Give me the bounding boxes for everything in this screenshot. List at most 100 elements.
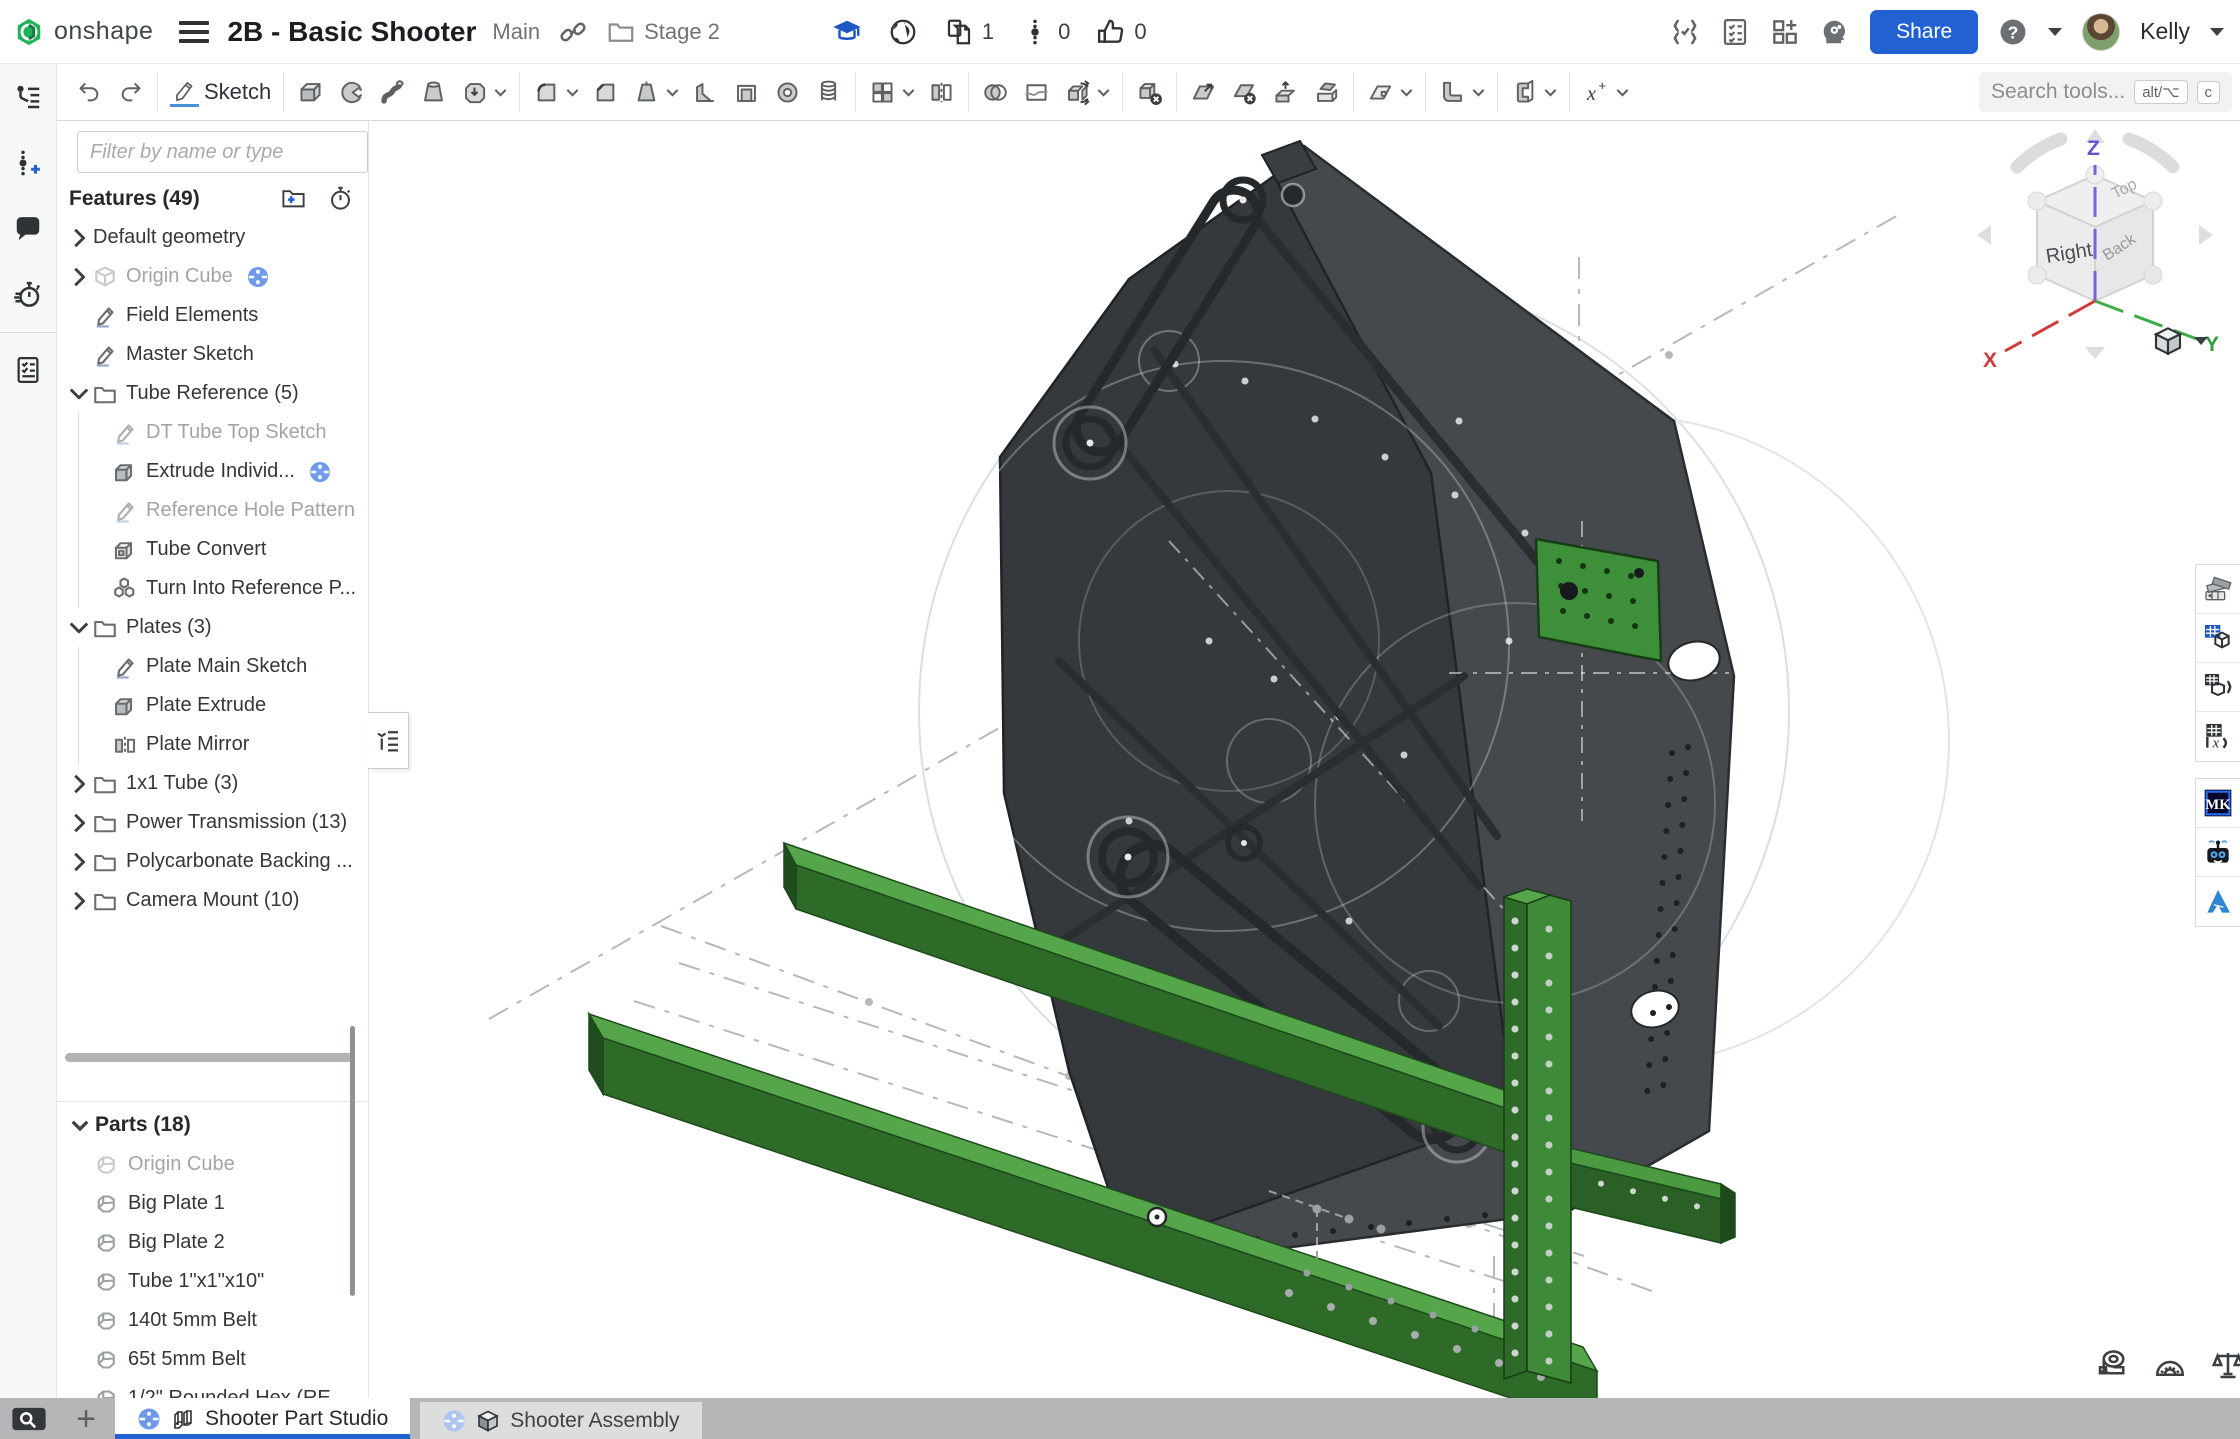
custom-table-braces-button[interactable]	[2196, 663, 2240, 712]
model-scene[interactable]	[369, 121, 2240, 1398]
feature-polycarbonate-backing[interactable]: Polycarbonate Backing ...	[57, 842, 368, 881]
tool-extrude-button[interactable]	[291, 70, 330, 114]
feature-list-panel-button[interactable]	[0, 64, 57, 130]
protractor-icon[interactable]	[2152, 1347, 2188, 1383]
tab-shooter-part-studio[interactable]: Shooter Part Studio	[115, 1398, 410, 1439]
custom-table-cube-button[interactable]	[2196, 614, 2240, 663]
likes-stat[interactable]: 0	[1096, 17, 1146, 47]
tape-measure-icon[interactable]	[2094, 1347, 2130, 1383]
chevron-right-icon[interactable]	[67, 849, 93, 875]
appearance-panel-button[interactable]	[2196, 565, 2240, 614]
tool-move-face-button[interactable]	[1184, 70, 1223, 114]
feature-dt-tube-top-sketch[interactable]: DT Tube Top Sketch	[57, 413, 368, 452]
feature-tube-convert[interactable]: Tube Convert	[57, 530, 368, 569]
tool-plane-button[interactable]	[1361, 70, 1418, 114]
tool-delete-face-button[interactable]	[1225, 70, 1264, 114]
chevron-right-icon[interactable]	[67, 771, 93, 797]
tool-shell-button[interactable]	[727, 70, 766, 114]
history-panel-button[interactable]	[0, 262, 57, 328]
tube-vertical[interactable]	[1504, 889, 1571, 1383]
tool-delete-part-button[interactable]	[1130, 70, 1169, 114]
workspace-location[interactable]: Stage 2	[644, 19, 720, 45]
chevron-right-icon[interactable]	[67, 264, 93, 290]
tool-replace-face-button[interactable]	[1307, 70, 1346, 114]
feature-tube-reference-5[interactable]: Tube Reference (5)	[57, 374, 368, 413]
rollback-history-icon[interactable]	[327, 185, 354, 212]
tool-rib-button[interactable]	[686, 70, 725, 114]
tool-boolean-button[interactable]	[976, 70, 1015, 114]
feature-default-geometry[interactable]: Default geometry	[57, 218, 368, 257]
feature-plate-extrude[interactable]: Plate Extrude	[57, 686, 368, 725]
versions-stat[interactable]: 0	[1020, 17, 1070, 47]
tool-sheet-metal-button[interactable]	[1433, 70, 1490, 114]
parts-vertical-scrollbar[interactable]	[350, 1026, 355, 1296]
share-button[interactable]: Share	[1870, 10, 1978, 54]
search-document-button[interactable]	[0, 1398, 57, 1439]
tool-draft-button[interactable]	[627, 70, 684, 114]
triangle-app-button[interactable]	[2196, 877, 2240, 926]
part-140t-5mm-belt-4[interactable]: 140t 5mm Belt	[57, 1301, 368, 1340]
mk-app-button[interactable]: MK	[2196, 779, 2240, 828]
panel-collapse-handle[interactable]	[368, 712, 409, 769]
tool-hole-button[interactable]	[768, 70, 807, 114]
mass-properties-icon[interactable]	[2210, 1347, 2240, 1383]
tool-linear-pattern-button[interactable]	[863, 70, 920, 114]
comments-panel-button[interactable]	[0, 196, 57, 262]
graphics-area[interactable]: Top Right Back Z Y X	[369, 121, 2240, 1398]
avatar[interactable]	[2082, 13, 2120, 51]
user-name[interactable]: Kelly	[2140, 18, 2190, 45]
part-origin-cube-0[interactable]: Origin Cube	[57, 1145, 368, 1184]
new-folder-icon[interactable]	[280, 185, 307, 212]
tool-revolve-button[interactable]	[332, 70, 371, 114]
release-tasks-icon[interactable]	[1720, 17, 1750, 47]
tool-frame-button[interactable]	[1505, 70, 1562, 114]
user-menu-caret-icon[interactable]	[2210, 28, 2224, 36]
learning-center-icon[interactable]	[832, 17, 862, 47]
part-65t-5mm-belt-5[interactable]: 65t 5mm Belt	[57, 1340, 368, 1379]
parts-header[interactable]: Parts (18)	[57, 1105, 368, 1145]
help-caret-icon[interactable]	[2048, 28, 2062, 36]
tool-redo-button[interactable]	[111, 70, 150, 114]
onshape-logo[interactable]: onshape	[0, 17, 153, 47]
feature-camera-mount-10[interactable]: Camera Mount (10)	[57, 881, 368, 920]
tab-shooter-assembly[interactable]: Shooter Assembly	[420, 1402, 701, 1439]
featurescript-icon[interactable]	[1670, 17, 1700, 47]
feature-extrude-individ[interactable]: Extrude Individ...	[57, 452, 368, 491]
search-tools[interactable]: Search tools... alt/⌥ c	[1979, 72, 2232, 112]
tool-transform-button[interactable]	[1058, 70, 1115, 114]
tool-mirror-button[interactable]	[922, 70, 961, 114]
part-big-plate-1-1[interactable]: Big Plate 1	[57, 1184, 368, 1223]
tool-push-face-button[interactable]	[1266, 70, 1305, 114]
feature-plate-main-sketch[interactable]: Plate Main Sketch	[57, 647, 368, 686]
part-1-2-rounded-hex-re-6[interactable]: 1/2" Rounded Hex (RE...	[57, 1379, 368, 1398]
tool-thicken-button[interactable]	[455, 70, 512, 114]
feature-turn-into-reference-p[interactable]: Turn Into Reference P...	[57, 569, 368, 608]
part-big-plate-2-2[interactable]: Big Plate 2	[57, 1223, 368, 1262]
chevron-right-icon[interactable]	[67, 225, 93, 251]
chevron-right-icon[interactable]	[67, 810, 93, 836]
cut-list-panel-button[interactable]	[0, 337, 57, 403]
help-icon[interactable]: ?	[1998, 17, 2028, 47]
branch-name[interactable]: Main	[492, 19, 540, 45]
feature-reference-hole-pattern[interactable]: Reference Hole Pattern	[57, 491, 368, 530]
feature-1x1-tube-3[interactable]: 1x1 Tube (3)	[57, 764, 368, 803]
versions-panel-button[interactable]	[0, 130, 57, 196]
part-tube-1-x1-x10-3[interactable]: Tube 1"x1"x10"	[57, 1262, 368, 1301]
applications-icon[interactable]	[1770, 17, 1800, 47]
filter-input[interactable]	[77, 131, 368, 173]
feature-power-transmission-13[interactable]: Power Transmission (13)	[57, 803, 368, 842]
tool-variable-button[interactable]: x+	[1577, 70, 1634, 114]
feature-master-sketch[interactable]: Master Sketch	[57, 335, 368, 374]
public-globe-icon[interactable]	[888, 17, 918, 47]
feature-plates-3[interactable]: Plates (3)	[57, 608, 368, 647]
insert-tab-button[interactable]: +	[57, 1398, 115, 1439]
main-menu-button[interactable]	[179, 17, 209, 47]
chevron-down-icon[interactable]	[67, 615, 93, 641]
tool-undo-button[interactable]	[70, 70, 109, 114]
feature-field-elements[interactable]: Field Elements	[57, 296, 368, 335]
chevron-right-icon[interactable]	[67, 888, 93, 914]
tool-sketch-button[interactable]: Sketch	[165, 70, 276, 114]
tool-split-button[interactable]	[1017, 70, 1056, 114]
tool-thread-button[interactable]	[809, 70, 848, 114]
feature-plate-mirror[interactable]: Plate Mirror	[57, 725, 368, 764]
